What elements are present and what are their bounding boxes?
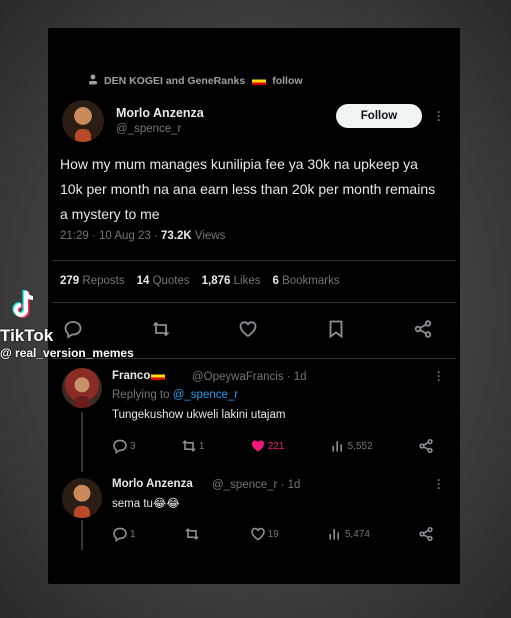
view-count: 5,474 <box>344 528 370 540</box>
share-icon[interactable] <box>412 318 434 340</box>
views-label: Views <box>191 230 226 242</box>
avatar[interactable] <box>62 100 104 142</box>
reply-author-name[interactable]: Morlo Anzenza <box>112 478 193 490</box>
tiktok-brand-text: TikTok <box>0 326 54 345</box>
reply-actions: 1 19 5,474 <box>112 526 434 542</box>
tiktok-logo-icon <box>12 290 34 318</box>
repost-icon[interactable] <box>150 318 172 340</box>
reply-count: 3 <box>130 440 136 452</box>
like-count: 221 <box>267 440 285 452</box>
views-button[interactable]: 5,474 <box>327 526 370 542</box>
heart-icon <box>250 527 265 541</box>
person-icon <box>88 74 98 88</box>
reply-button[interactable]: 3 <box>112 438 136 454</box>
avatar[interactable] <box>62 368 102 408</box>
like-button[interactable]: 19 <box>250 526 279 542</box>
share-button[interactable] <box>418 438 434 454</box>
tweet-text: How my mum manages kunilipia fee ya 30k … <box>60 156 436 222</box>
replying-to-handle[interactable]: @_spence_r <box>173 389 238 401</box>
quotes-stat[interactable]: 14 Quotes <box>137 275 190 287</box>
likes-stat[interactable]: 1,876 Likes <box>202 275 261 287</box>
reply-icon <box>113 439 127 454</box>
more-options-icon[interactable]: · · · <box>436 366 442 386</box>
repost-button[interactable] <box>184 526 202 542</box>
share-button[interactable] <box>418 526 434 542</box>
replying-to: Replying to @_spence_r <box>112 389 239 401</box>
repost-icon <box>185 528 199 540</box>
tweet-actions <box>62 318 434 340</box>
bookmarks-stat[interactable]: 6 Bookmarks <box>272 275 339 287</box>
engagement-stats: 279 Reposts 14 Quotes 1,876 Likes 6 Book… <box>60 275 340 287</box>
like-icon[interactable] <box>237 318 259 340</box>
thread-connector <box>81 520 83 550</box>
heart-filled-icon <box>251 440 264 452</box>
divider <box>52 302 456 303</box>
reply-icon[interactable] <box>62 318 84 340</box>
follow-button[interactable]: Follow <box>336 104 422 128</box>
views-button[interactable]: 5,552 <box>330 438 373 454</box>
more-options-icon[interactable]: · · · <box>436 474 442 494</box>
more-options-icon[interactable]: · · · <box>436 106 442 126</box>
repost-by-text: DEN KOGEI and GeneRanks <box>104 75 246 87</box>
repost-indicator[interactable]: DEN KOGEI and GeneRanks follow <box>88 74 303 88</box>
divider <box>52 260 456 261</box>
reply-text: Tungekushow ukweli lakini utajam <box>112 409 286 421</box>
view-count: 5,552 <box>347 440 373 452</box>
uganda-flag-icon <box>151 371 166 380</box>
kenya-flag-icon <box>252 77 267 85</box>
reply-actions: 3 1 221 5,552 <box>112 438 434 454</box>
like-count: 19 <box>267 528 279 540</box>
repost-count: 1 <box>198 440 205 452</box>
reply-author-handle[interactable]: @OpeywaFrancis · 1d <box>192 371 307 383</box>
share-icon <box>419 438 433 454</box>
tiktok-username: @ real_version_memes <box>0 346 134 360</box>
reply-button[interactable]: 1 <box>112 526 136 542</box>
author-handle[interactable]: @_spence_r <box>116 123 181 135</box>
avatar[interactable] <box>62 478 102 518</box>
reply-author-handle[interactable]: @_spence_r · 1d <box>212 479 300 491</box>
repost-button[interactable]: 1 <box>181 438 205 454</box>
views-chart-icon <box>329 529 339 540</box>
views-chart-icon <box>332 441 342 452</box>
tweet-meta: 21:29 · 10 Aug 23 · 73.2K Views <box>60 230 225 242</box>
share-icon <box>419 526 433 542</box>
author-name[interactable]: Morlo Anzenza <box>116 106 204 120</box>
bookmark-icon[interactable] <box>325 318 347 340</box>
views-count: 73.2K <box>161 230 192 242</box>
reposts-stat[interactable]: 279 Reposts <box>60 275 125 287</box>
reply-text: sema tu😂😂 <box>112 498 180 510</box>
reply-count: 1 <box>130 528 136 540</box>
reply-icon <box>113 527 127 542</box>
reply-author-name[interactable]: Franco <box>112 370 166 382</box>
repost-follow-text: follow <box>272 75 303 87</box>
thread-connector <box>81 412 83 472</box>
tweet-timestamp[interactable]: 21:29 · 10 Aug 23 · <box>60 230 161 242</box>
repost-icon <box>182 440 196 452</box>
like-button[interactable]: 221 <box>250 438 285 454</box>
